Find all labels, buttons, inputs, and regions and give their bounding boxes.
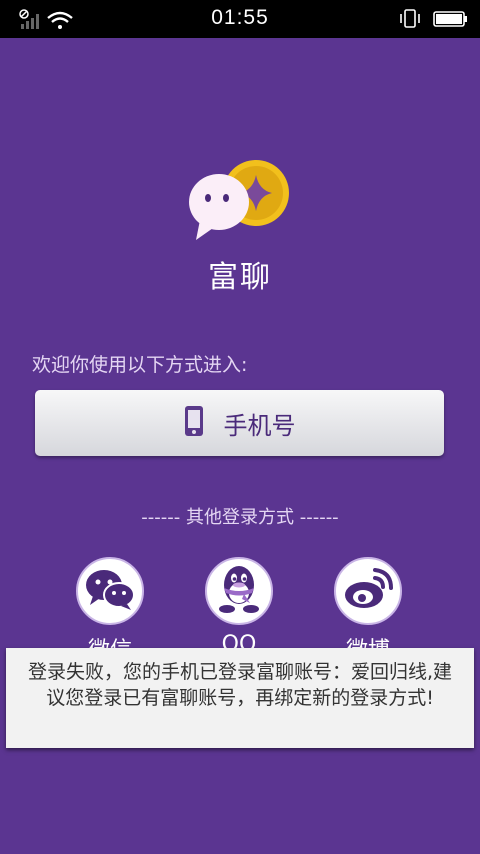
phone-login-label: 手机号 <box>223 411 296 440</box>
qq-login-button[interactable] <box>205 557 273 625</box>
vibrate-icon <box>400 9 420 28</box>
app-logo <box>186 155 296 245</box>
status-right-icons <box>400 8 470 34</box>
weibo-icon <box>341 566 395 616</box>
welcome-text: 欢迎你使用以下方式进入: <box>32 354 248 376</box>
other-login-methods-label: ------ 其他登录方式 ------ <box>141 507 339 528</box>
qq-icon <box>214 561 264 621</box>
phone-login-button[interactable]: 手机号 <box>35 390 444 456</box>
phone-icon <box>184 405 204 441</box>
weibo-login-button[interactable] <box>334 557 402 625</box>
error-toast: 登录失败，您的手机已登录富聊账号：爱回归线,建议您登录已有富聊账号，再绑定新的登… <box>6 648 474 748</box>
wechat-login-button[interactable] <box>76 557 144 625</box>
status-bar: 01:55 <box>0 0 480 38</box>
battery-icon <box>433 11 467 27</box>
app-name: 富聊 <box>208 260 272 295</box>
error-toast-message: 登录失败，您的手机已登录富聊账号：爱回归线,建议您登录已有富聊账号，再绑定新的登… <box>27 661 453 709</box>
wechat-icon <box>83 566 137 616</box>
